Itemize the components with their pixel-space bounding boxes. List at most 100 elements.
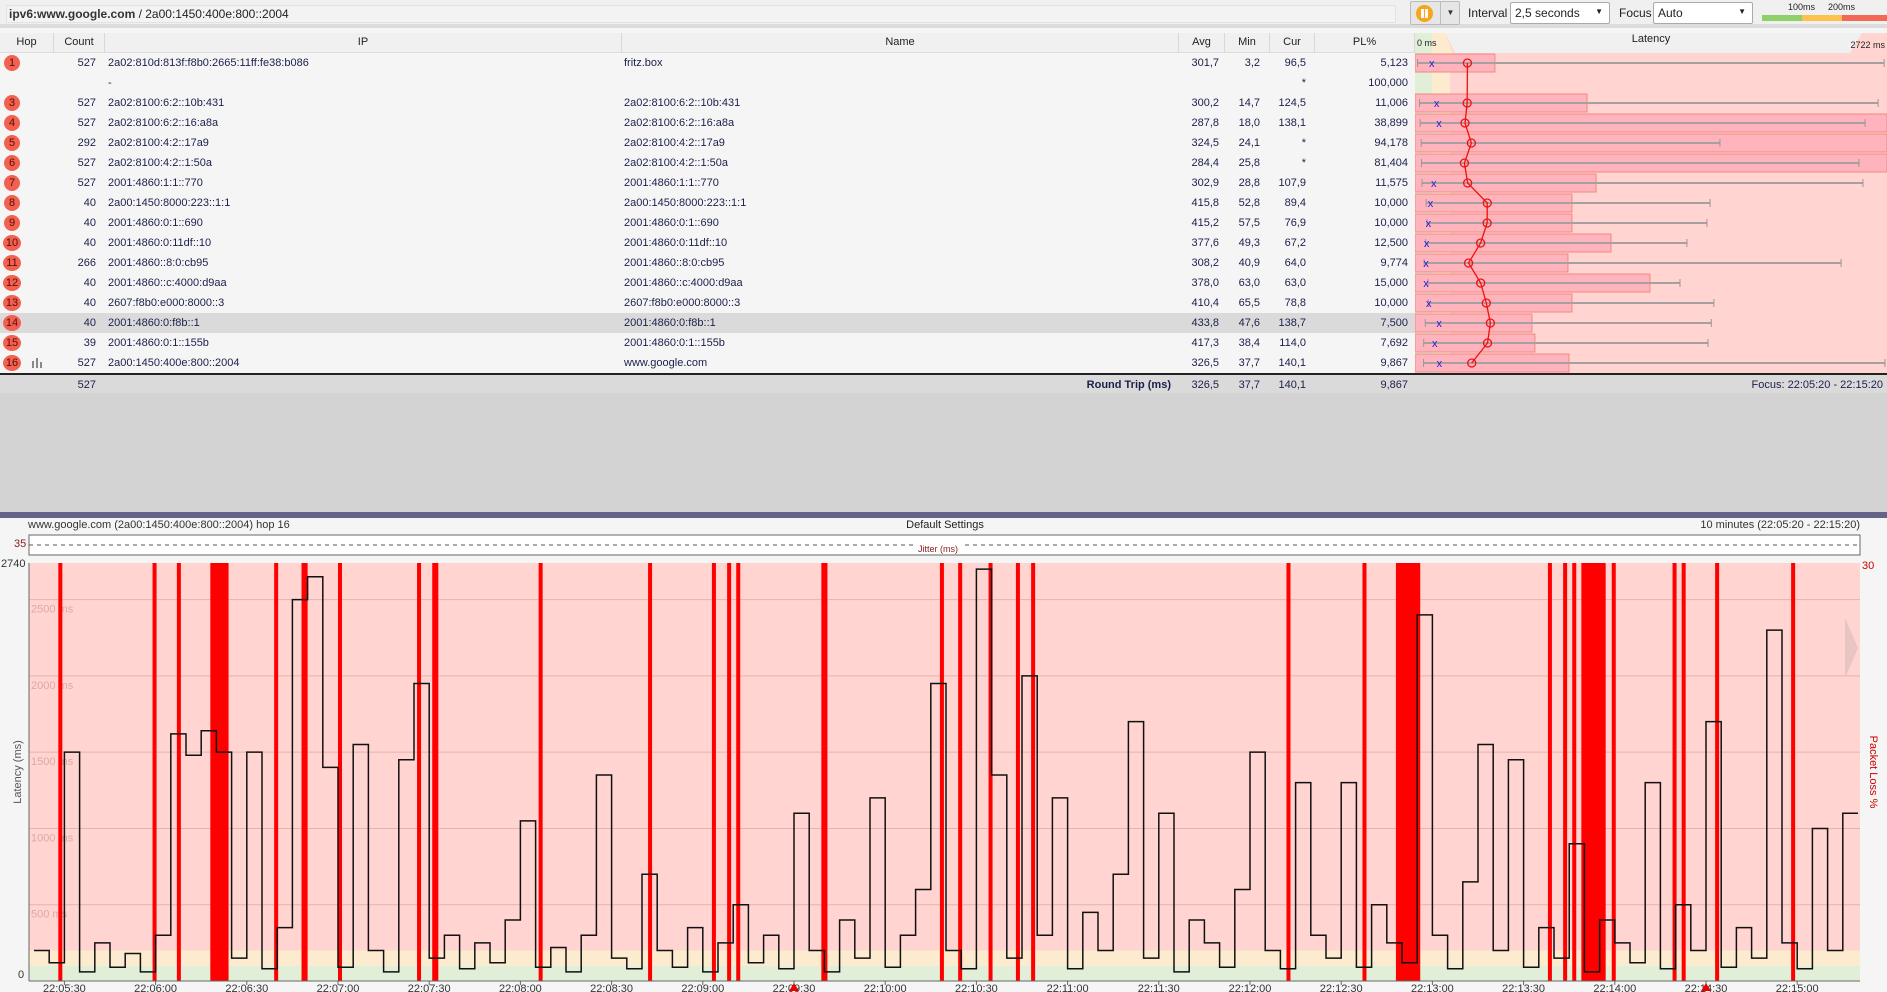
cell-count: 40 (83, 237, 96, 249)
hop-number-badge: 4 (4, 115, 20, 131)
y-grid-label: 1500 ms (31, 756, 74, 768)
col-pl[interactable]: PL% (1315, 33, 1415, 53)
cell-ip: 2001:4860:1:1::770 (108, 177, 203, 189)
cell-count: 527 (77, 117, 96, 129)
cell-avg: 417,3 (1191, 337, 1219, 349)
hop-number-badge: 16 (3, 355, 21, 371)
cell-name: 2a02:8100:6:2::16:a8a (624, 117, 735, 129)
packet-loss-bar (1015, 563, 1020, 981)
col-ip[interactable]: IP (105, 33, 622, 53)
cell-min: 40,9 (1238, 257, 1260, 269)
cell-min: 24,1 (1238, 137, 1260, 149)
cell-cur: * (1301, 77, 1306, 89)
cell-avg: 410,4 (1191, 297, 1219, 309)
cell-min: 63,0 (1238, 277, 1260, 289)
cell-cur: 64,0 (1284, 257, 1306, 269)
x-tick-label: 22:08:00 (499, 983, 542, 992)
cell-avg: 326,5 (1191, 357, 1219, 369)
cell-min: 14,7 (1238, 97, 1260, 109)
cell-count: 527 (77, 97, 96, 109)
cell-ip: 2a00:1450:400e:800::2004 (108, 357, 240, 369)
cell-ip: 2001:4860:0:11df::10 (108, 237, 212, 249)
x-tick-label: 22:07:30 (408, 983, 451, 992)
cell-name: www.google.com (624, 357, 708, 369)
cell-min: 65,5 (1238, 297, 1260, 309)
hop-number-badge: 7 (4, 175, 20, 191)
cell-ip: 2a02:8100:4:2::17a9 (108, 137, 209, 149)
packet-loss-bar (939, 563, 944, 981)
jitter-label: Jitter (ms) (915, 544, 961, 554)
cell-pl: 7,692 (1380, 337, 1408, 349)
toolbar: ipv6:www.google.com / 2a00:1450:400e:800… (0, 0, 1887, 28)
packet-loss-bar (1572, 563, 1577, 981)
interval-label: Interval (1468, 6, 1508, 20)
latency-timeline-chart[interactable]: 500 ms1000 ms1500 ms2000 ms2500 ms22:05:… (0, 518, 1887, 992)
interval-select[interactable]: 2,5 seconds ▼ (1510, 2, 1610, 24)
focus-value: Auto (1658, 6, 1683, 20)
packet-loss-bar (1286, 563, 1291, 981)
cell-name (624, 73, 1174, 93)
cell-count: 527 (77, 57, 96, 69)
col-name[interactable]: Name (622, 33, 1179, 53)
cell-name: fritz.box (624, 57, 663, 69)
cell-min: 52,8 (1238, 197, 1260, 209)
cell-cur: 89,4 (1284, 197, 1306, 209)
cell-avg: 308,2 (1191, 257, 1219, 269)
cell-cur: * (1301, 157, 1306, 169)
cell-count: 527 (77, 157, 96, 169)
cell-avg: 433,8 (1191, 317, 1219, 329)
packet-loss-bar (176, 563, 181, 981)
legend-yellow (1802, 15, 1842, 21)
cell-min: 28,8 (1238, 177, 1260, 189)
hop-number-badge: 13 (3, 295, 21, 311)
cell-name: 2001:4860:0:f8b::1 (624, 317, 716, 329)
table-empty-area (0, 393, 1887, 512)
cell-ip: 2a02:810d:813f:f8b0:2665:11ff:fe38:b086 (108, 57, 309, 69)
col-hop[interactable]: Hop (0, 33, 54, 53)
cell-pl: 12,500 (1374, 237, 1408, 249)
packet-loss-bar (736, 563, 741, 981)
col-cur[interactable]: Cur (1270, 33, 1315, 53)
x-tick-label: 22:12:30 (1320, 983, 1363, 992)
focus-label: Focus (1619, 6, 1652, 20)
summary-pl: 9,867 (1380, 379, 1408, 391)
legend-100ms: 100ms (1788, 2, 1816, 12)
cell-name: 2a02:8100:4:2::17a9 (624, 137, 725, 149)
cell-name: 2a02:8100:4:2::1:50a (624, 157, 728, 169)
cell-ip: 2001:4860::8:0:cb95 (108, 257, 209, 269)
cell-cur: 140,1 (1278, 357, 1306, 369)
cell-name: 2001:4860:0:1::155b (624, 337, 725, 349)
focus-select[interactable]: Auto ▼ (1653, 2, 1753, 24)
cell-name: 2001:4860:0:1::690 (624, 217, 719, 229)
pause-icon (1416, 5, 1433, 22)
pause-button[interactable]: ▼ (1410, 1, 1460, 25)
packet-loss-bar (821, 563, 828, 981)
cell-cur: 138,1 (1278, 117, 1306, 129)
cell-count: 40 (83, 197, 96, 209)
cell-avg: 415,2 (1191, 217, 1219, 229)
bar-chart-icon[interactable] (31, 358, 43, 368)
x-tick-label: 22:11:00 (1047, 983, 1089, 992)
col-min[interactable]: Min (1225, 33, 1270, 53)
y-grid-label: 2000 ms (31, 680, 74, 692)
cell-cur: 124,5 (1278, 97, 1306, 109)
chevron-down-icon[interactable]: ▼ (1440, 2, 1460, 24)
cell-pl: 10,000 (1374, 297, 1408, 309)
cell-name: 2001:4860:1:1::770 (624, 177, 719, 189)
cell-name: 2607:f8b0:e000:8000::3 (624, 297, 741, 309)
cell-count: 40 (83, 297, 96, 309)
cell-pl: 10,000 (1374, 197, 1408, 209)
col-latency[interactable]: 0 ms Latency 2722 ms (1415, 33, 1887, 53)
target-ip: / 2a00:1450:400e:800::2004 (138, 7, 289, 21)
target-address-field[interactable]: ipv6:www.google.com / 2a00:1450:400e:800… (6, 5, 1396, 23)
x-tick-label: 22:10:30 (955, 983, 998, 992)
cell-cur: 67,2 (1284, 237, 1306, 249)
cell-min: 18,0 (1238, 117, 1260, 129)
cell-name: 2a02:8100:6:2::10b:431 (624, 97, 741, 109)
packet-loss-bar (1681, 563, 1686, 981)
hop-number-badge: 11 (3, 255, 21, 271)
col-avg[interactable]: Avg (1179, 33, 1225, 53)
col-count[interactable]: Count (54, 33, 105, 53)
cell-avg: 302,9 (1191, 177, 1219, 189)
cell-avg: 301,7 (1191, 57, 1219, 69)
